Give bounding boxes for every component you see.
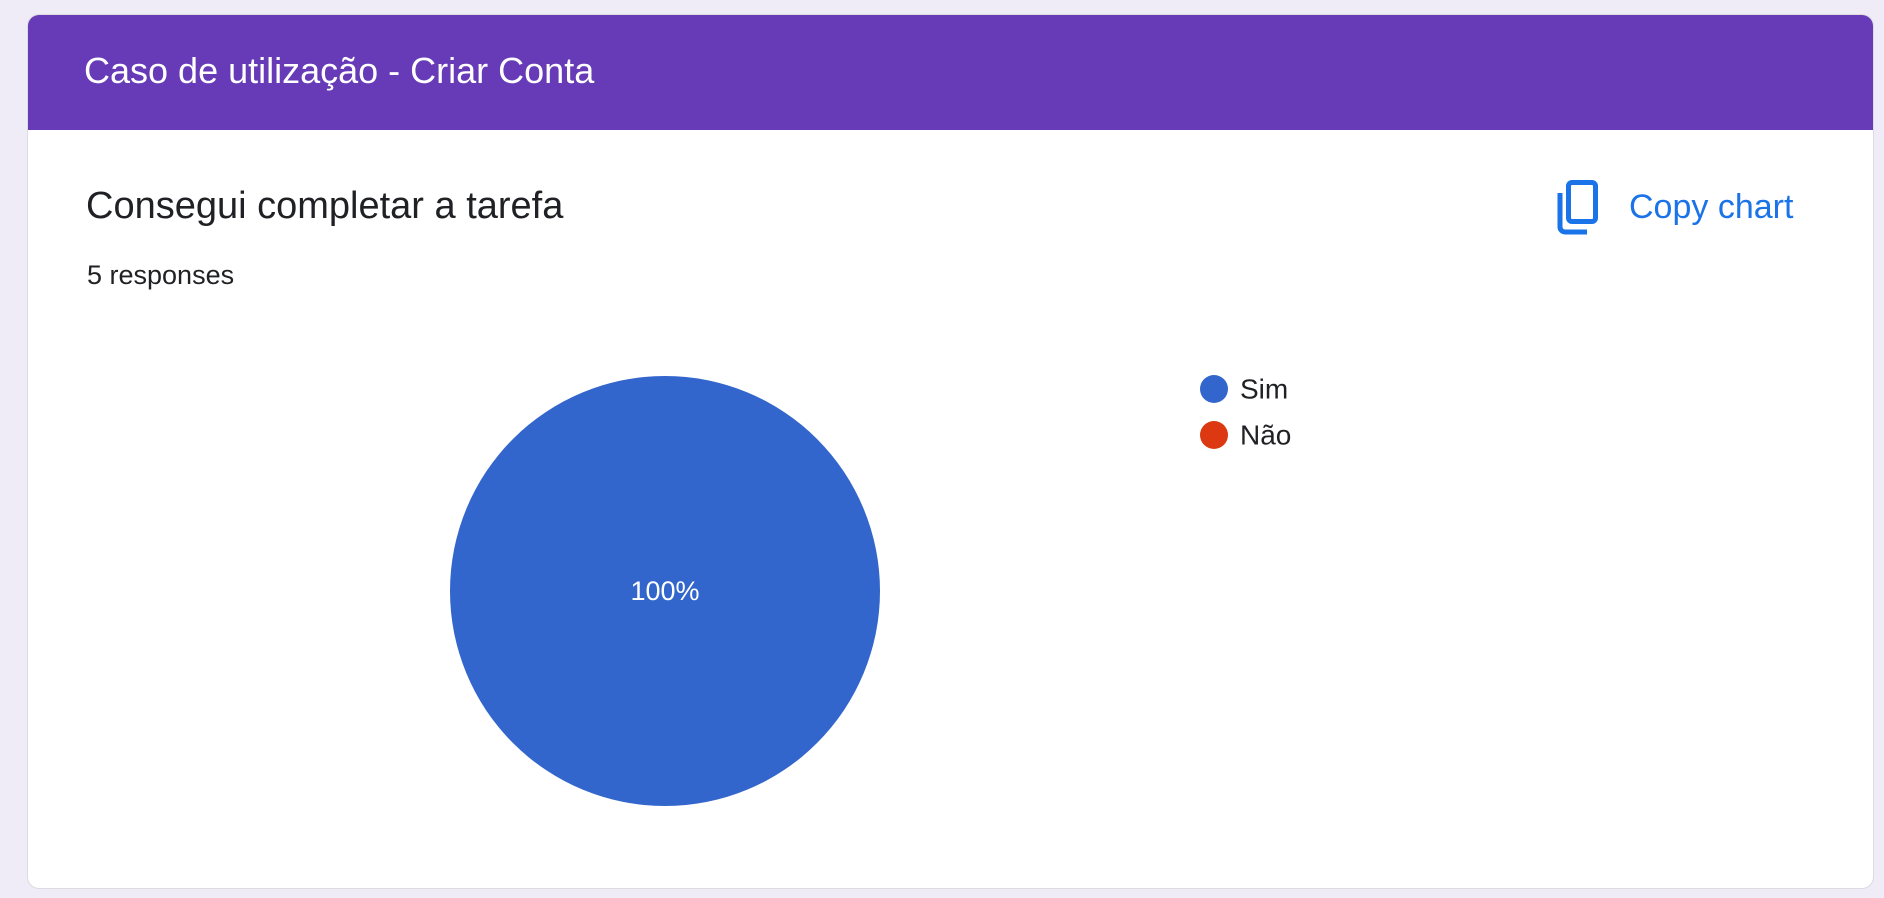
legend-item-sim[interactable]: Sim	[1200, 374, 1288, 405]
legend-label: Não	[1240, 420, 1291, 451]
question-summary-card: Caso de utilização - Criar Conta Consegu…	[27, 14, 1874, 889]
pie-labels: 100%	[630, 576, 699, 606]
legend-label: Sim	[1240, 374, 1288, 405]
pie-slice-label: 100%	[630, 576, 699, 606]
legend-item-não[interactable]: Não	[1200, 420, 1291, 451]
legend-swatch	[1200, 375, 1228, 403]
legend-swatch	[1200, 421, 1228, 449]
pie-chart: 100% Sim Não	[450, 374, 1291, 806]
chart-legend: Sim Não	[1200, 374, 1291, 451]
